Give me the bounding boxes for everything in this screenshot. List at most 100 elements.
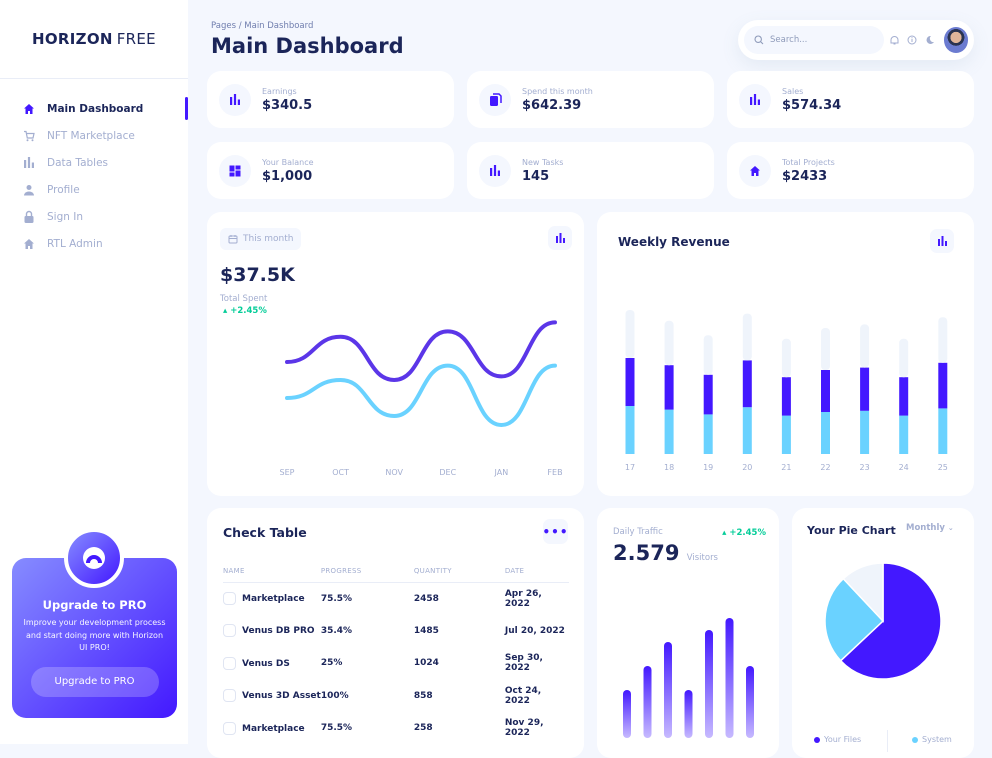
table-row: Marketplace 75.5% 258 Nov 29, 2022 — [223, 712, 569, 745]
column-header[interactable]: QUANTITY — [413, 560, 505, 583]
revenue-bar-base — [625, 406, 635, 454]
bar-chart-icon — [219, 83, 251, 116]
traffic-bar — [746, 666, 754, 738]
line-series-2 — [285, 363, 557, 428]
revenue-bar-base — [664, 409, 674, 454]
stat-label: Sales — [782, 86, 804, 96]
row-checkbox[interactable] — [223, 592, 236, 605]
revenue-bar-base — [899, 415, 909, 454]
row-quantity: 858 — [413, 690, 433, 701]
x-tick-label: 23 — [860, 463, 870, 472]
row-checkbox[interactable] — [223, 721, 236, 735]
sidebar-item-label: NFT Marketplace — [47, 129, 135, 142]
person-icon — [22, 183, 36, 197]
row-name: Venus DS — [242, 658, 290, 669]
sidebar-item-label: Main Dashboard — [47, 102, 144, 115]
row-date: Oct 24, 2022 — [504, 685, 542, 706]
revenue-bar-middle — [899, 377, 909, 416]
row-checkbox[interactable] — [223, 656, 236, 670]
row-progress: 75.5% — [320, 723, 353, 734]
traffic-bar — [684, 690, 693, 738]
bar-chart-icon — [22, 156, 36, 170]
x-tick-label: JAN — [494, 468, 509, 477]
user-avatar[interactable] — [943, 27, 968, 53]
brand-logo[interactable]: HORIZON FREE — [0, 0, 188, 79]
row-progress: 25% — [320, 658, 343, 669]
row-name: Marketplace — [242, 723, 305, 734]
revenue-bar-base — [938, 408, 948, 454]
promo-text: Improve your development process and sta… — [23, 618, 166, 652]
stat-value: $574.34 — [782, 97, 842, 113]
stat-value: $1,000 — [262, 168, 313, 184]
weekly-revenue-bar-chart: 17 18 19 20 21 22 23 24 25 — [625, 310, 948, 472]
row-checkbox[interactable] — [223, 689, 236, 703]
legend-your-files: Your Files — [814, 735, 861, 744]
revenue-bar-top — [899, 338, 909, 378]
table-row: Venus DB PRO 35.4% 1485 Jul 20, 2022 — [223, 615, 569, 648]
upgrade-button[interactable]: Upgrade to PRO — [30, 666, 159, 697]
traffic-bar — [705, 630, 713, 738]
sidebar: HORIZON FREE Main Dashboard NFT Marketplac… — [0, 0, 188, 744]
revenue-bar-middle — [703, 374, 713, 415]
stat-label: Total Projects — [782, 157, 835, 167]
sidebar-item-profile[interactable]: Profile — [0, 176, 188, 203]
breadcrumb[interactable]: Pages / Main Dashboard — [211, 21, 313, 31]
traffic-bar — [643, 666, 652, 738]
sidebar-item-nft-marketplace[interactable]: NFT Marketplace — [0, 122, 188, 149]
check-table-card: Check Table ••• NAME PROGRESS QUANTITY DATE… — [207, 508, 584, 758]
more-dots-icon: ••• — [542, 524, 569, 539]
moon-icon[interactable] — [923, 32, 938, 48]
stat-label: Your Balance — [262, 157, 314, 167]
revenue-bar-middle — [625, 358, 635, 406]
x-tick-label: NOV — [385, 468, 403, 477]
search-input[interactable] — [770, 35, 880, 45]
search-icon — [754, 35, 764, 45]
check-table-title: Check Table — [223, 525, 307, 540]
revenue-bar-top — [703, 335, 713, 375]
bell-icon[interactable] — [887, 32, 902, 48]
column-header[interactable]: NAME — [223, 560, 321, 583]
stat-label: Earnings — [262, 86, 297, 96]
revenue-bar-middle — [938, 362, 948, 409]
stat-label: Spend this month — [522, 86, 593, 96]
table-menu-button[interactable]: ••• — [543, 519, 568, 544]
sidebar-item-rtl-admin[interactable]: RTL Admin — [0, 230, 188, 257]
horizon-logo-icon — [64, 528, 124, 588]
stat-value: 145 — [522, 168, 550, 184]
revenue-bar-base — [781, 415, 791, 454]
top-toolbar — [738, 20, 974, 60]
promo-title: Upgrade to PRO — [42, 598, 147, 612]
info-icon[interactable] — [905, 32, 920, 48]
revenue-bar-middle — [742, 360, 752, 408]
revenue-bar-top — [938, 317, 948, 363]
revenue-bar-top — [742, 313, 752, 361]
daily-traffic-card: Daily Traffic ▴ +2.45% 2.579 Visitors — [597, 508, 779, 758]
x-tick-label: 22 — [820, 463, 830, 472]
column-header[interactable]: DATE — [504, 560, 569, 583]
x-tick-label: 19 — [703, 463, 713, 472]
sidebar-item-data-tables[interactable]: Data Tables — [0, 149, 188, 176]
row-date: Sep 30, 2022 — [504, 653, 543, 674]
row-name: Venus DB PRO — [242, 626, 315, 637]
search-box — [744, 26, 884, 54]
row-checkbox[interactable] — [223, 624, 236, 638]
revenue-bar-base — [742, 407, 752, 454]
revenue-bar-middle — [860, 367, 870, 411]
revenue-bar-middle — [821, 370, 830, 412]
row-progress: 75.5% — [320, 593, 353, 604]
revenue-bar-top — [625, 310, 635, 358]
row-date: Jul 20, 2022 — [504, 625, 565, 636]
column-header[interactable]: PROGRESS — [320, 560, 414, 583]
row-date: Nov 29, 2022 — [504, 718, 544, 739]
upgrade-promo-card: Upgrade to PRO Improve your development … — [12, 528, 177, 718]
row-progress: 35.4% — [320, 625, 353, 636]
sidebar-item-sign-in[interactable]: Sign In — [0, 203, 188, 230]
revenue-bar-base — [821, 412, 830, 454]
row-progress: 100% — [320, 690, 349, 701]
line-series-1 — [285, 320, 557, 383]
traffic-bar — [725, 618, 734, 738]
home-icon — [739, 154, 771, 187]
sidebar-item-main-dashboard[interactable]: Main Dashboard — [0, 95, 188, 122]
x-tick-label: FEB — [547, 468, 562, 477]
stat-value: $2433 — [782, 168, 828, 184]
